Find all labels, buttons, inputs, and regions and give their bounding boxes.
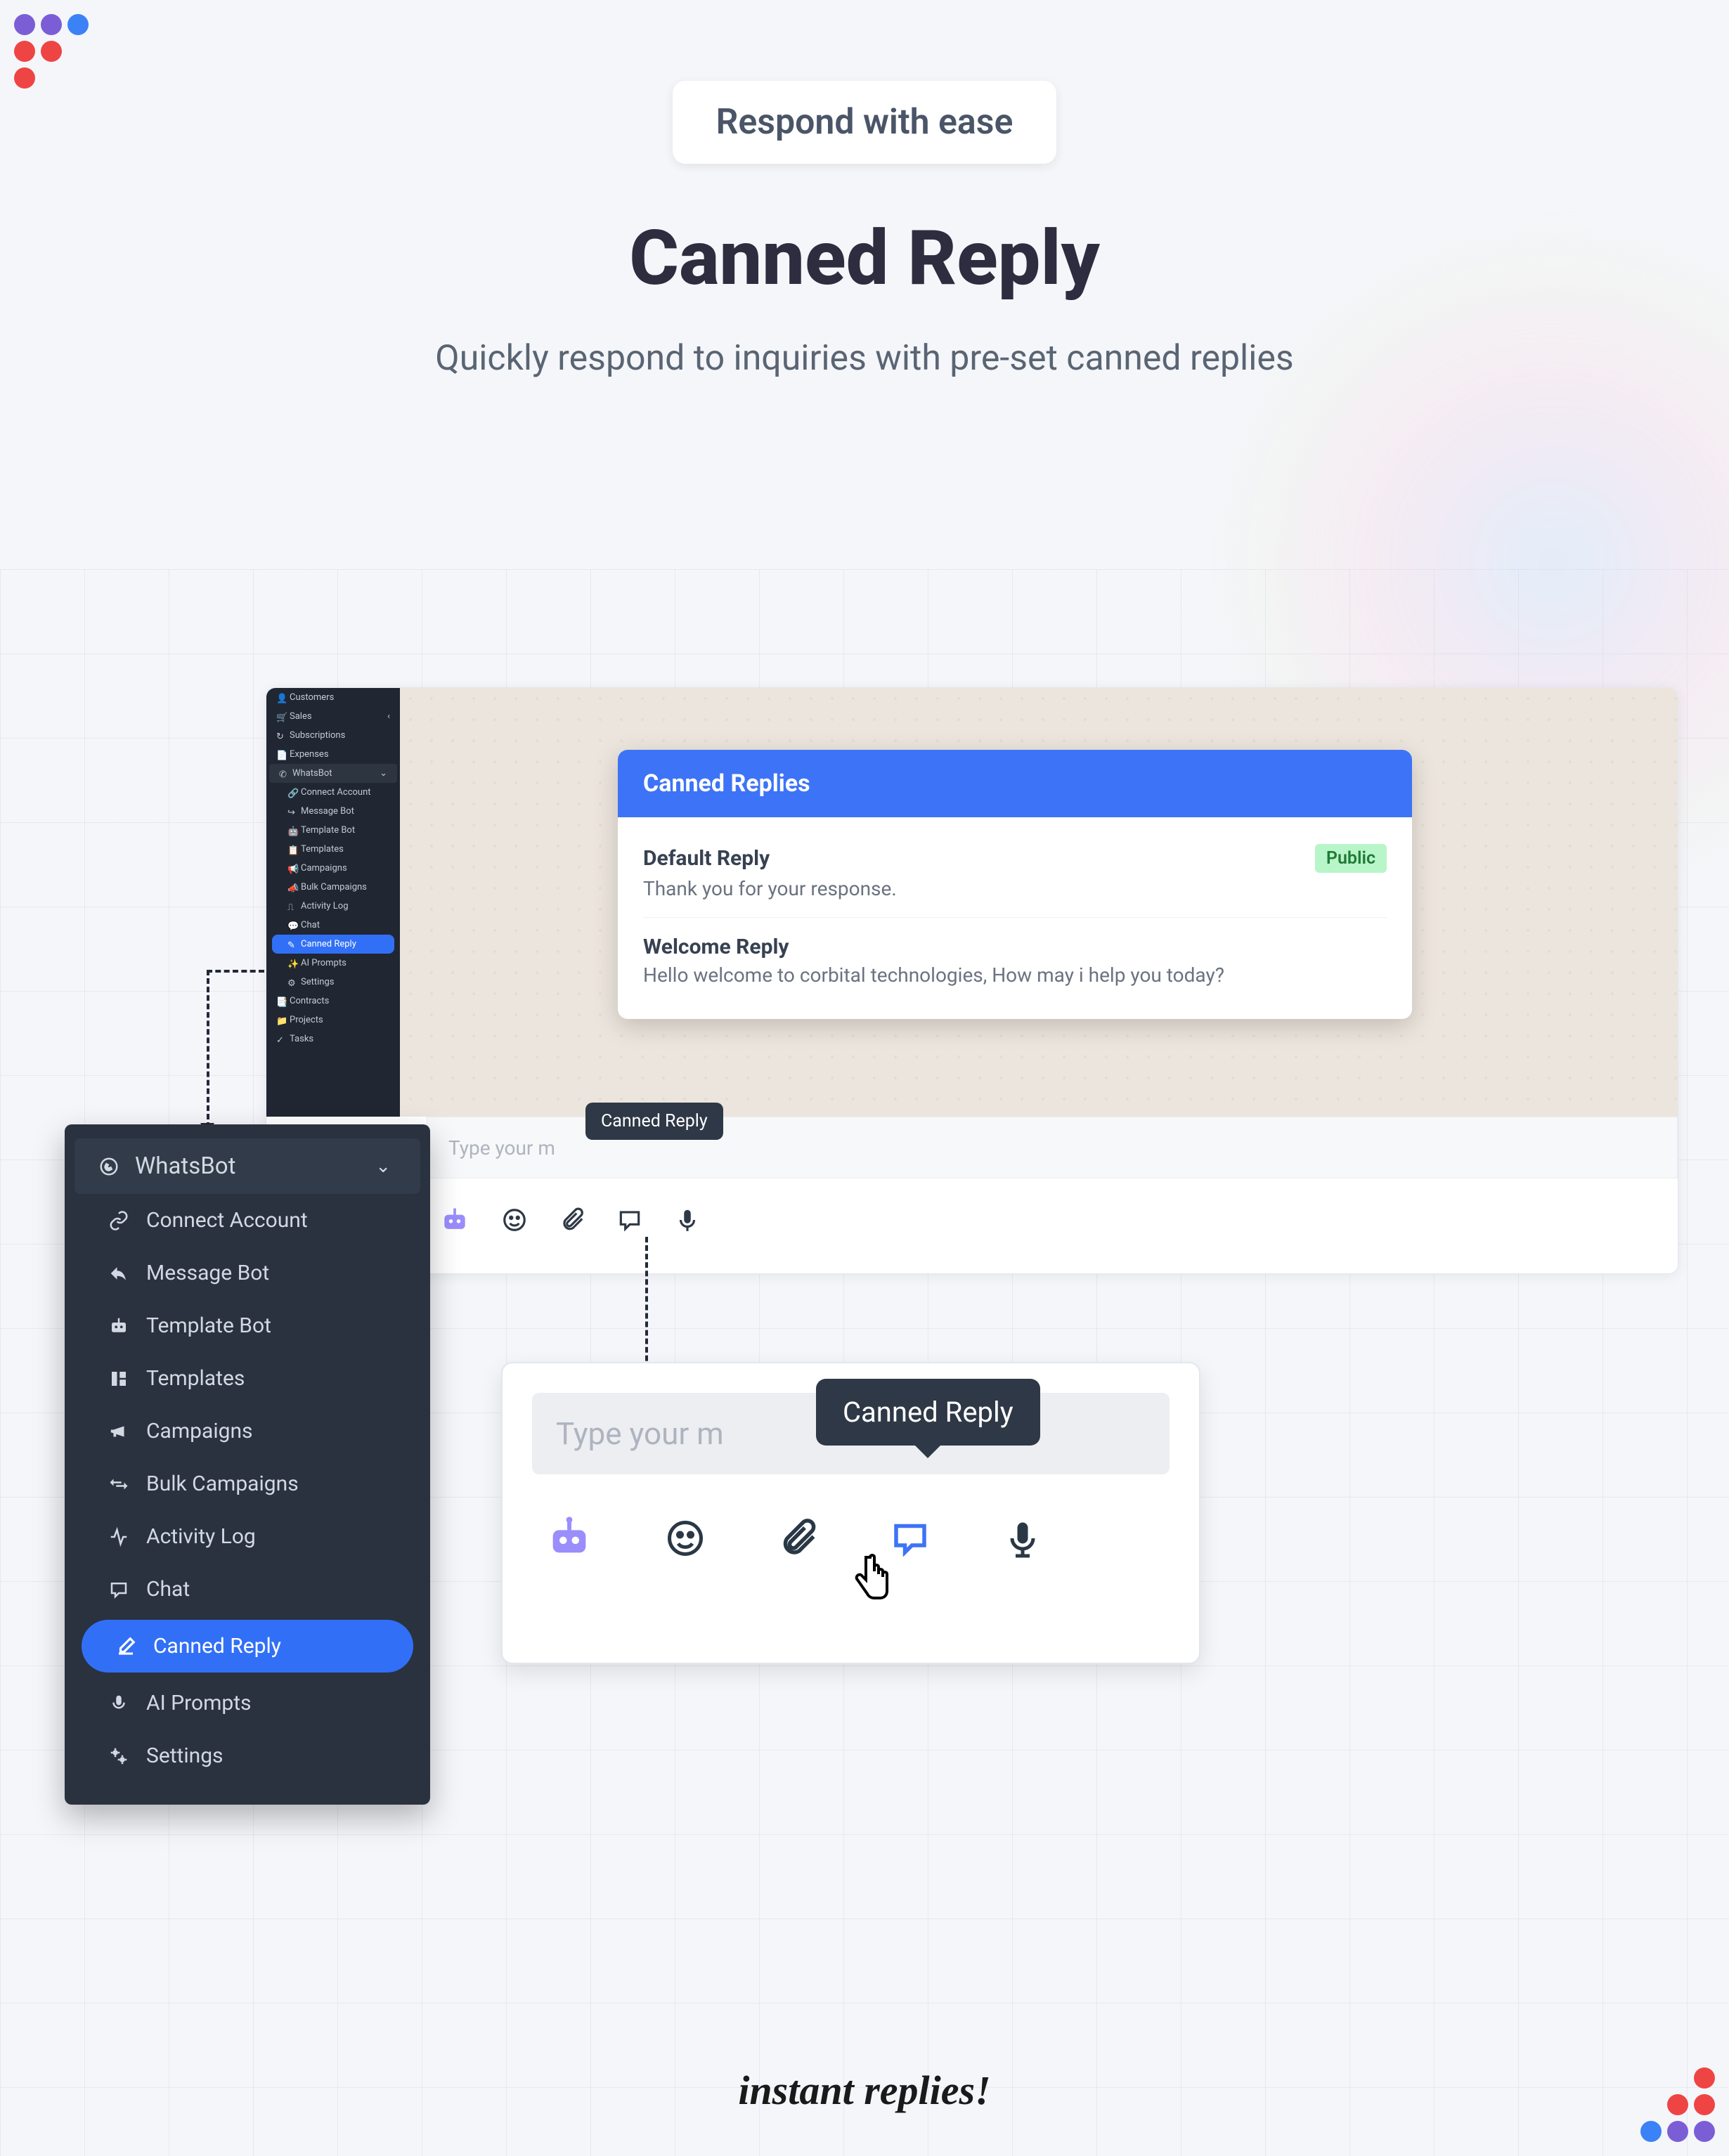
gear-icon (108, 1746, 129, 1767)
mini-sales[interactable]: 🛒Sales‹ (266, 707, 400, 726)
whatsapp-icon (98, 1156, 119, 1177)
canned-reply-item[interactable]: Welcome Reply Hello welcome to corbital … (643, 925, 1387, 996)
sidebar-canned-active[interactable]: Canned Reply (82, 1620, 413, 1673)
sidebar-tplbot[interactable]: Template Bot (65, 1299, 430, 1352)
edit-icon (115, 1636, 136, 1657)
public-tag: Public (1315, 844, 1387, 873)
mini-whatsbot-group[interactable]: ✆WhatsBot⌄ (269, 764, 397, 783)
mini-subs[interactable]: ↻Subscriptions (266, 726, 400, 745)
mini-canned-active[interactable]: ✎Canned Reply (272, 935, 394, 954)
chevron-down-icon: ⌄ (375, 1156, 391, 1177)
connector-line (207, 970, 209, 1128)
microphone-icon[interactable] (1002, 1517, 1044, 1559)
megaphone-icon (108, 1421, 129, 1442)
chevron-left-icon: ‹ (387, 711, 390, 722)
sidebar-chat[interactable]: Chat (65, 1563, 430, 1616)
sidebar-msgbot[interactable]: Message Bot (65, 1247, 430, 1299)
mini-campaigns[interactable]: 📢Campaigns (266, 859, 400, 878)
link-icon (108, 1210, 129, 1231)
sidebar-settings[interactable]: Settings (65, 1729, 430, 1782)
reply-title: Default Reply (643, 846, 770, 871)
reply-text: Thank you for your response. (643, 877, 1387, 900)
reply-title: Welcome Reply (643, 935, 789, 959)
mini-sidebar: 👤Customers 🛒Sales‹ ↻Subscriptions 📄Expen… (266, 688, 400, 1117)
sidebar-group-whatsbot[interactable]: WhatsBot ⌄ (75, 1138, 420, 1194)
chat-icon[interactable] (616, 1207, 643, 1233)
whatsapp-icon: ✆ (279, 769, 287, 777)
reply-text: Hello welcome to corbital technologies, … (643, 963, 1387, 987)
mini-aiprompts[interactable]: ✨AI Prompts (266, 954, 400, 973)
bot-icon[interactable] (439, 1204, 470, 1235)
footer-tagline: instant replies! (0, 2067, 1729, 2114)
canned-replies-popup: Canned Replies Default Reply Public Than… (618, 750, 1412, 1019)
mini-expenses[interactable]: 📄Expenses (266, 745, 400, 764)
mini-settings[interactable]: ⚙Settings (266, 973, 400, 992)
bulk-icon (108, 1474, 129, 1495)
sidebar-activity[interactable]: Activity Log (65, 1510, 430, 1563)
canned-popup-header: Canned Replies (618, 750, 1412, 817)
page-title: Canned Reply (0, 214, 1729, 303)
tooltip-canned-small: Canned Reply (585, 1103, 723, 1140)
emoji-icon[interactable] (664, 1517, 706, 1559)
tooltip-canned-large: Canned Reply (816, 1379, 1040, 1446)
sidebar-bulk[interactable]: Bulk Campaigns (65, 1457, 430, 1510)
reply-icon (108, 1263, 129, 1284)
mini-contracts[interactable]: 📑Contracts (266, 992, 400, 1011)
mini-chat[interactable]: 💬Chat (266, 916, 400, 935)
templates-icon (108, 1368, 129, 1389)
sidebar-campaigns[interactable]: Campaigns (65, 1405, 430, 1457)
connector-line (207, 970, 264, 973)
robot-icon (108, 1316, 129, 1337)
edit-icon: ✎ (287, 940, 295, 948)
sidebar-templates[interactable]: Templates (65, 1352, 430, 1405)
attachment-icon[interactable] (559, 1207, 585, 1233)
mini-activity[interactable]: ⎍Activity Log (266, 897, 400, 916)
mini-templates[interactable]: 📋Templates (266, 840, 400, 859)
composer-enlarged: Type your m Canned Reply (501, 1362, 1200, 1664)
page-subtitle: Quickly respond to inquiries with pre-se… (0, 338, 1729, 379)
chat-icon (108, 1579, 129, 1600)
microphone-icon[interactable] (674, 1207, 701, 1233)
mini-tasks[interactable]: ✓Tasks (266, 1030, 400, 1048)
mini-bulk[interactable]: 📣Bulk Campaigns (266, 878, 400, 897)
attachment-icon[interactable] (777, 1517, 819, 1559)
mic-icon (108, 1693, 129, 1714)
mini-tplbot[interactable]: 🤖Template Bot (266, 821, 400, 840)
canned-reply-item[interactable]: Default Reply Public Thank you for your … (643, 834, 1387, 910)
app-screenshot: 👤Customers 🛒Sales‹ ↻Subscriptions 📄Expen… (266, 687, 1678, 1274)
mini-customers[interactable]: 👤Customers (266, 688, 400, 707)
mini-projects[interactable]: 📁Projects (266, 1011, 400, 1030)
mini-msgbot[interactable]: ↪Message Bot (266, 802, 400, 821)
sidebar-aiprompts[interactable]: AI Prompts (65, 1677, 430, 1729)
composer-toolbar (427, 1183, 1678, 1256)
cursor-pointer-icon (847, 1552, 896, 1608)
emoji-icon[interactable] (501, 1207, 528, 1233)
chevron-down-icon: ⌄ (380, 768, 387, 779)
mini-connect[interactable]: 🔗Connect Account (266, 783, 400, 802)
sidebar-enlarged: WhatsBot ⌄ Connect Account Message Bot T… (65, 1124, 430, 1805)
input-placeholder: Type your m (556, 1415, 724, 1452)
sidebar-connect[interactable]: Connect Account (65, 1194, 430, 1247)
activity-icon (108, 1526, 129, 1547)
bot-icon[interactable] (545, 1514, 594, 1563)
header-pill: Respond with ease (673, 81, 1057, 164)
